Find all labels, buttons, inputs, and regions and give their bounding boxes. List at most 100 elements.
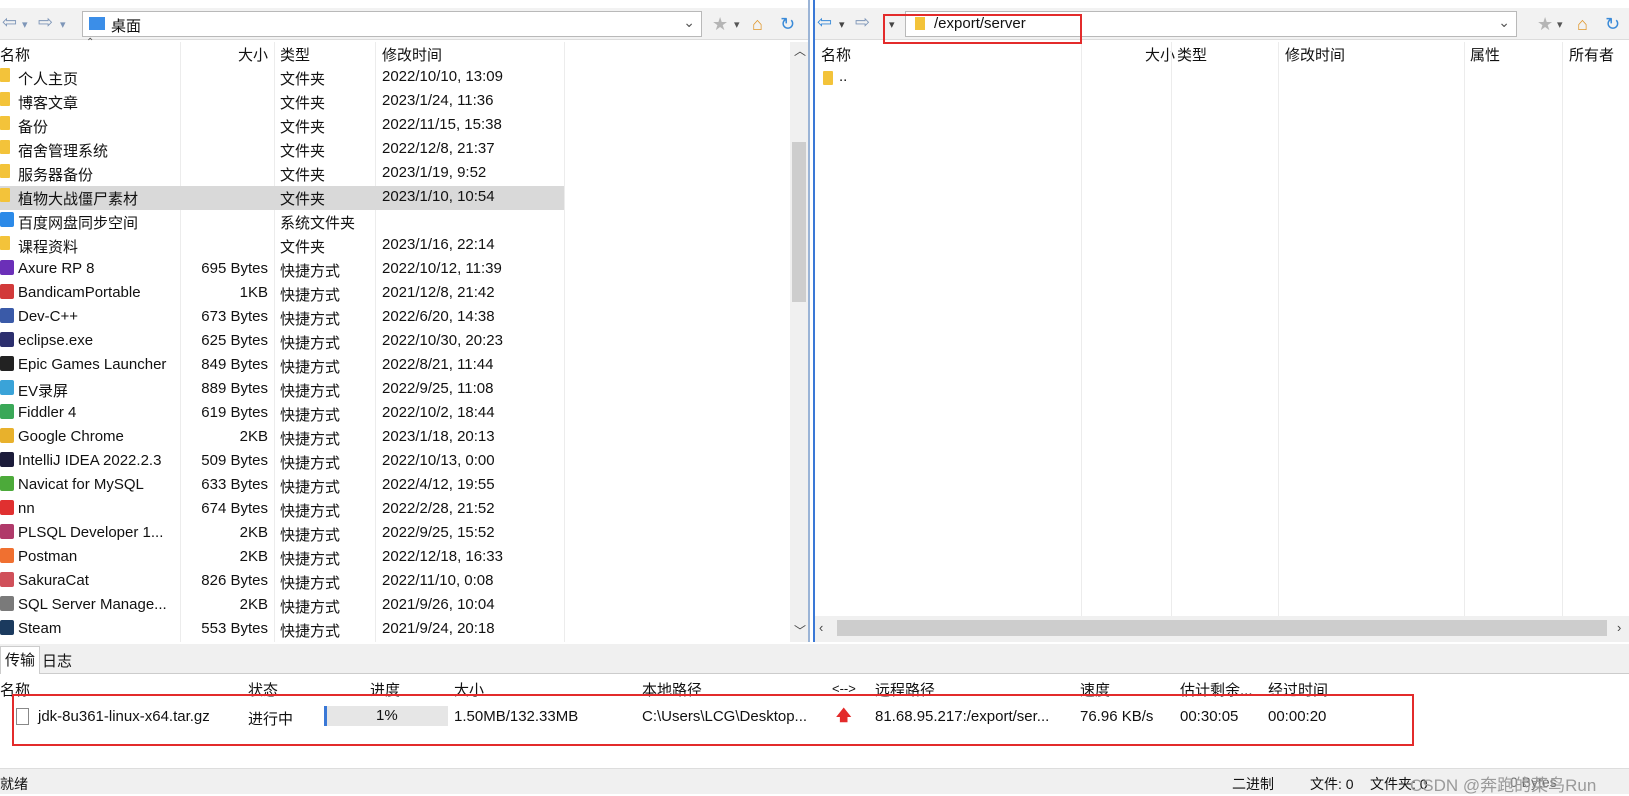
- col-type[interactable]: 类型: [280, 44, 310, 65]
- remote-horizontal-scrollbar[interactable]: ‹ ›: [815, 616, 1629, 642]
- file-name: Fiddler 4: [18, 404, 77, 421]
- file-type: 快捷方式: [280, 311, 341, 328]
- col-size[interactable]: 大小: [238, 44, 268, 65]
- file-size: 674 Bytes: [201, 500, 268, 517]
- home-icon[interactable]: ⌂: [1577, 14, 1588, 35]
- file-name: EV录屏: [18, 383, 69, 400]
- scroll-right-icon[interactable]: ›: [1617, 620, 1621, 635]
- col-name[interactable]: 名称: [821, 44, 851, 65]
- folder-icon: [0, 236, 10, 250]
- file-mtime: 2022/2/28, 21:52: [382, 500, 495, 517]
- remote-column-header: 名称 大小 类型 修改时间 属性 所有者: [815, 42, 1629, 66]
- forward-icon[interactable]: ⇨: [855, 12, 870, 33]
- tab-transfer[interactable]: 传输: [0, 646, 41, 674]
- home-icon[interactable]: ⌂: [752, 14, 763, 35]
- file-name: Navicat for MySQL: [18, 476, 144, 493]
- file-size: 2KB: [239, 428, 268, 445]
- tab-log[interactable]: 日志: [38, 648, 76, 673]
- file-size: 673 Bytes: [201, 308, 268, 325]
- file-name: Steam: [18, 620, 62, 637]
- list-item[interactable]: SQL Server Manage... 2KB 快捷方式 2021/9/26, 10…: [0, 594, 564, 618]
- col-type[interactable]: 类型: [1177, 44, 1207, 65]
- list-item[interactable]: 宿舍管理系统 文件夹 2022/12/8, 21:37: [0, 138, 564, 162]
- file-type: 快捷方式: [280, 479, 341, 496]
- file-size: 695 Bytes: [201, 260, 268, 277]
- file-type: 文件夹: [280, 119, 326, 136]
- list-item[interactable]: 个人主页 文件夹 2022/10/10, 13:09: [0, 66, 564, 90]
- file-size: 619 Bytes: [201, 404, 268, 421]
- file-name: BandicamPortable: [18, 284, 141, 301]
- list-item[interactable]: Steam 553 Bytes 快捷方式 2021/9/24, 20:18: [0, 618, 564, 642]
- favorite-star-icon[interactable]: ★: [1537, 14, 1553, 35]
- favorite-dropdown-icon[interactable]: ▾: [734, 18, 740, 31]
- list-item[interactable]: BandicamPortable 1KB 快捷方式 2021/12/8, 21:42: [0, 282, 564, 306]
- list-item[interactable]: SakuraCat 826 Bytes 快捷方式 2022/11/10, 0:08: [0, 570, 564, 594]
- file-size: 849 Bytes: [201, 356, 268, 373]
- back-dropdown-icon[interactable]: ▾: [839, 18, 845, 31]
- chrome-icon: [0, 428, 14, 443]
- scroll-up-icon[interactable]: ︿: [794, 42, 806, 59]
- list-item[interactable]: ..: [815, 66, 1115, 90]
- file-name: eclipse.exe: [18, 332, 94, 349]
- chevron-down-icon[interactable]: ⌄: [1498, 14, 1510, 31]
- navicat-icon: [0, 476, 14, 491]
- file-mtime: 2022/12/18, 16:33: [382, 548, 503, 565]
- list-item[interactable]: 植物大战僵尸素材 文件夹 2023/1/10, 10:54: [0, 186, 564, 210]
- col-mtime[interactable]: 修改时间: [382, 44, 442, 65]
- list-item[interactable]: Epic Games Launcher 849 Bytes 快捷方式 2022/8/2…: [0, 354, 564, 378]
- list-item[interactable]: Google Chrome 2KB 快捷方式 2023/1/18, 20:13: [0, 426, 564, 450]
- file-type: 快捷方式: [280, 503, 341, 520]
- favorite-dropdown-icon[interactable]: ▾: [1557, 18, 1563, 31]
- list-item[interactable]: 课程资料 文件夹 2023/1/16, 22:14: [0, 234, 564, 258]
- file-mtime: 2021/12/8, 21:42: [382, 284, 495, 301]
- back-dropdown-icon[interactable]: ▾: [22, 18, 28, 31]
- forward-icon[interactable]: ⇨: [38, 12, 53, 33]
- list-item[interactable]: 服务器备份 文件夹 2023/1/19, 9:52: [0, 162, 564, 186]
- col-name[interactable]: 名称: [0, 44, 30, 65]
- local-vertical-scrollbar[interactable]: ︿ ﹀: [790, 42, 808, 642]
- chevron-down-icon[interactable]: ⌄: [683, 14, 695, 31]
- scroll-thumb[interactable]: [837, 620, 1607, 636]
- col-owner[interactable]: 所有者: [1569, 44, 1614, 65]
- list-item[interactable]: PLSQL Developer 1... 2KB 快捷方式 2022/9/25, 15…: [0, 522, 564, 546]
- steam-icon: [0, 620, 14, 635]
- file-mtime: 2021/9/24, 20:18: [382, 620, 495, 637]
- col-attr[interactable]: 属性: [1470, 44, 1500, 65]
- file-mtime: 2023/1/16, 22:14: [382, 236, 495, 253]
- file-mtime: 2023/1/19, 9:52: [382, 164, 487, 181]
- scroll-thumb[interactable]: [792, 142, 806, 302]
- sort-up-icon: ⌃: [86, 37, 95, 48]
- file-mtime: 2022/10/10, 13:09: [382, 68, 503, 85]
- ev-recorder-icon: [0, 380, 14, 395]
- list-item[interactable]: nn 674 Bytes 快捷方式 2022/2/28, 21:52: [0, 498, 564, 522]
- file-mtime: 2022/9/25, 15:52: [382, 524, 495, 541]
- list-item[interactable]: Fiddler 4 619 Bytes 快捷方式 2022/10/2, 18:44: [0, 402, 564, 426]
- list-item[interactable]: Postman 2KB 快捷方式 2022/12/18, 16:33: [0, 546, 564, 570]
- list-item[interactable]: Navicat for MySQL 633 Bytes 快捷方式 2022/4/12,…: [0, 474, 564, 498]
- file-name: SakuraCat: [18, 572, 89, 589]
- list-item[interactable]: Axure RP 8 695 Bytes 快捷方式 2022/10/12, 11:39: [0, 258, 564, 282]
- back-icon[interactable]: ⇦: [817, 12, 832, 33]
- file-mtime: 2023/1/10, 10:54: [382, 188, 495, 205]
- favorite-star-icon[interactable]: ★: [712, 14, 728, 35]
- file-mtime: 2023/1/18, 20:13: [382, 428, 495, 445]
- list-item[interactable]: eclipse.exe 625 Bytes 快捷方式 2022/10/30, 20:2…: [0, 330, 564, 354]
- list-item[interactable]: IntelliJ IDEA 2022.2.3 509 Bytes 快捷方式 2022/…: [0, 450, 564, 474]
- list-item[interactable]: Dev-C++ 673 Bytes 快捷方式 2022/6/20, 14:38: [0, 306, 564, 330]
- fiddler-icon: [0, 404, 14, 419]
- scroll-left-icon[interactable]: ‹: [819, 620, 823, 635]
- transfer-tabs: 传输 日志: [0, 644, 1629, 674]
- list-item[interactable]: 博客文章 文件夹 2023/1/24, 11:36: [0, 90, 564, 114]
- refresh-icon[interactable]: ↻: [780, 14, 795, 35]
- list-item[interactable]: 百度网盘同步空间 系统文件夹: [0, 210, 564, 234]
- col-mtime[interactable]: 修改时间: [1285, 44, 1345, 65]
- list-item[interactable]: 备份 文件夹 2022/11/15, 15:38: [0, 114, 564, 138]
- refresh-icon[interactable]: ↻: [1605, 14, 1620, 35]
- watermark: CSDN @奔跑的菜鸟Run: [1410, 776, 1597, 795]
- local-path-field[interactable]: 桌面 ⌄: [82, 11, 702, 37]
- forward-dropdown-icon[interactable]: ▾: [60, 18, 66, 31]
- list-item[interactable]: EV录屏 889 Bytes 快捷方式 2022/9/25, 11:08: [0, 378, 564, 402]
- scroll-down-icon[interactable]: ﹀: [794, 622, 806, 639]
- folder-icon: [823, 71, 833, 85]
- back-icon[interactable]: ⇦: [2, 12, 17, 33]
